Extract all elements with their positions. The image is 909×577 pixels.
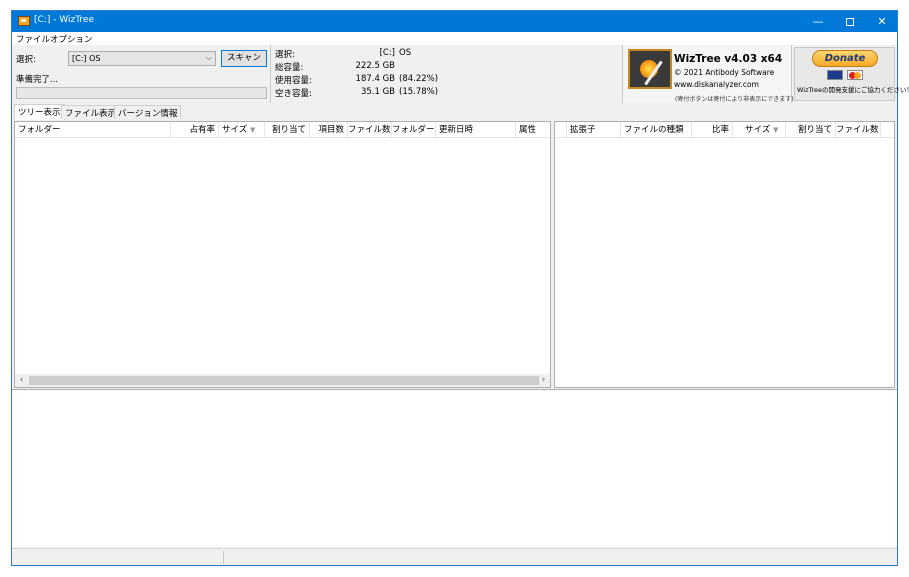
info-value: 187.4 GB xyxy=(355,74,395,84)
info-key: 総容量: xyxy=(275,63,304,73)
tab-file-view[interactable]: ファイル表示 xyxy=(61,105,121,119)
col-file-type[interactable]: ファイルの種類 xyxy=(621,122,692,138)
scroll-thumb[interactable] xyxy=(29,376,539,385)
drive-info: 選択: [C:] OS 総容量: 222.5 GB 使用容量: 187.4 GB… xyxy=(273,45,623,103)
info-row-selected: 選択: [C:] OS xyxy=(273,48,623,60)
info-value: 222.5 GB xyxy=(355,61,395,71)
tree-horizontal-scrollbar[interactable]: ‹ › xyxy=(15,374,550,387)
tab-tree-view[interactable]: ツリー表示 xyxy=(14,104,65,120)
menu-file[interactable]: ファイル xyxy=(16,33,50,45)
brand-url[interactable]: www.diskanalyzer.com xyxy=(674,80,759,89)
info-key: 選択: xyxy=(275,50,295,60)
brand-note: (寄付ボタンは寄付により非表示にできます) xyxy=(675,96,794,103)
info-row-used: 使用容量: 187.4 GB (84.22%) xyxy=(273,74,623,86)
info-row-free: 空き容量: 35.1 GB (15.78%) xyxy=(273,87,623,99)
donate-button[interactable]: Donate xyxy=(812,50,878,67)
scroll-right-icon[interactable]: › xyxy=(537,374,550,387)
info-key: 空き容量: xyxy=(275,89,312,99)
info-extra: (84.22%) xyxy=(399,74,439,84)
scroll-left-icon[interactable]: ‹ xyxy=(15,374,28,387)
mastercard-icon xyxy=(847,70,863,80)
brand-copyright: © 2021 Antibody Software xyxy=(674,68,775,77)
col-size[interactable]: サイズ ▼ xyxy=(219,122,265,138)
wiztree-logo xyxy=(628,49,672,89)
brand-panel[interactable]: WizTree v4.03 x64 © 2021 Antibody Softwa… xyxy=(622,45,794,103)
info-value: [C:] xyxy=(379,48,395,58)
donate-note: WizTreeの開発支援にご協力ください！ xyxy=(797,86,909,94)
divider xyxy=(270,45,271,103)
wiztree-window: [C:] - WizTree — ✕ ファイル オプション 選択: [C:] O… xyxy=(11,10,909,566)
menu-bar: ファイル オプション xyxy=(12,32,897,45)
tab-strip: ツリー表示 ファイル表示 バージョン情報 xyxy=(12,104,897,120)
drive-select-value: [C:] OS xyxy=(72,54,101,63)
extension-header: 拡張子 ファイルの種類 比率 サイズ ▼ 割り当て ファイル数 xyxy=(555,122,894,138)
donate-panel[interactable]: Donate WizTreeの開発支援にご協力ください！ xyxy=(794,47,909,101)
col-ext-files[interactable]: ファイル数 xyxy=(836,122,881,138)
wiztree-app-icon xyxy=(18,16,30,26)
scan-progress-bar xyxy=(16,87,267,99)
top-panel: 選択: [C:] OS ⌵ スキャン 準備完了... 選択: [C:] OS 総… xyxy=(12,45,909,103)
col-color[interactable] xyxy=(555,122,567,138)
tree-header: フォルダー 占有率 サイズ ▼ 割り当て 項目数 ファイル数 フォルダー 更新日… xyxy=(15,122,550,138)
info-key: 使用容量: xyxy=(275,76,312,86)
col-ratio[interactable]: 比率 xyxy=(692,122,733,138)
info-row-total: 総容量: 222.5 GB xyxy=(273,61,623,73)
col-items[interactable]: 項目数 xyxy=(310,122,348,138)
window-title: [C:] - WizTree xyxy=(34,15,94,25)
col-extension[interactable]: 拡張子 xyxy=(567,122,621,138)
status-bar xyxy=(12,548,897,565)
col-files[interactable]: ファイル数 xyxy=(348,122,392,138)
tree-pane[interactable]: フォルダー 占有率 サイズ ▼ 割り当て 項目数 ファイル数 フォルダー 更新日… xyxy=(14,121,551,388)
col-ext-size-label: サイズ xyxy=(745,125,771,135)
col-folder[interactable]: フォルダー xyxy=(15,122,171,138)
col-ext-allocated[interactable]: 割り当て xyxy=(786,122,836,138)
info-extra: (15.78%) xyxy=(399,87,439,97)
col-folders[interactable]: フォルダー xyxy=(392,122,436,138)
tab-version-info[interactable]: バージョン情報 xyxy=(114,105,182,119)
extension-pane[interactable]: 拡張子 ファイルの種類 比率 サイズ ▼ 割り当て ファイル数 xyxy=(554,121,895,388)
col-allocated[interactable]: 割り当て xyxy=(265,122,310,138)
sort-desc-icon: ▼ xyxy=(772,126,779,134)
maximize-icon[interactable] xyxy=(834,11,866,32)
col-ext-size[interactable]: サイズ ▼ xyxy=(733,122,786,138)
menu-options[interactable]: オプション xyxy=(50,33,93,45)
title-bar: [C:] - WizTree — ✕ xyxy=(12,11,897,32)
sort-desc-icon: ▼ xyxy=(249,126,256,134)
status-segment xyxy=(12,551,224,564)
col-size-label: サイズ xyxy=(222,125,248,135)
brand-title: WizTree v4.03 x64 xyxy=(674,53,783,65)
treemap-area[interactable] xyxy=(12,389,897,547)
status-text: 準備完了... xyxy=(16,75,59,85)
col-occupancy[interactable]: 占有率 xyxy=(171,122,219,138)
payment-cards xyxy=(827,70,867,80)
minimize-icon[interactable]: — xyxy=(802,11,834,32)
col-attributes[interactable]: 属性 xyxy=(516,122,550,138)
col-modified[interactable]: 更新日時 xyxy=(436,122,516,138)
status-segment xyxy=(224,551,896,564)
info-value: 35.1 GB xyxy=(360,87,395,97)
drive-select[interactable]: [C:] OS ⌵ xyxy=(68,51,216,66)
scan-button[interactable]: スキャン xyxy=(221,50,267,67)
close-icon[interactable]: ✕ xyxy=(866,11,898,32)
visa-card-icon xyxy=(827,70,843,80)
info-extra: OS xyxy=(399,48,412,58)
select-label: 選択: xyxy=(16,55,36,65)
chevron-down-icon: ⌵ xyxy=(205,53,212,62)
